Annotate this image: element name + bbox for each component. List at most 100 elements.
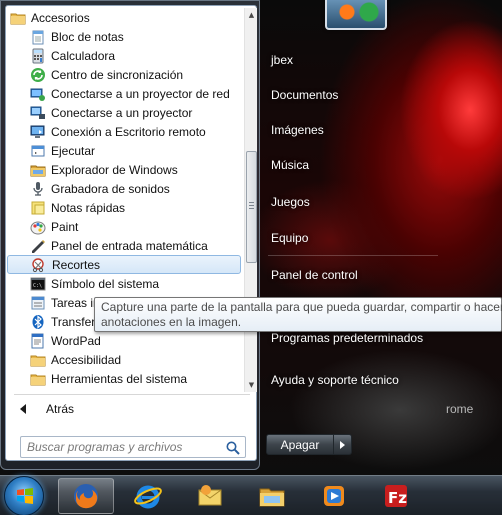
scroll-up-button[interactable]: ▲ — [245, 8, 258, 22]
program-item-entrada-matematica[interactable]: Panel de entrada matemática — [6, 236, 242, 255]
sticky-notes-icon — [30, 200, 46, 216]
wordpad-icon — [30, 333, 46, 349]
scroll-down-button[interactable]: ▼ — [245, 378, 258, 392]
notepad-icon — [30, 29, 46, 45]
program-label: Recortes — [52, 257, 101, 272]
taskbar: Fz — [0, 475, 502, 515]
program-label: Panel de entrada matemática — [51, 238, 208, 253]
program-item-grabadora[interactable]: Grabadora de sonidos — [6, 179, 242, 198]
calculator-icon — [30, 48, 46, 64]
documents-link[interactable]: Documentos — [271, 84, 338, 106]
music-link[interactable]: Música — [271, 154, 309, 176]
taskbar-filezilla-button[interactable]: Fz — [368, 478, 424, 514]
sync-center-icon — [30, 67, 46, 83]
program-item-centro-de-sincronizacion[interactable]: Centro de sincronización — [6, 65, 242, 84]
folder-icon — [30, 352, 46, 368]
program-label: Accesorios — [31, 10, 90, 25]
command-prompt-icon: C:\ — [30, 276, 46, 292]
program-label: Centro de sincronización — [51, 67, 184, 82]
user-picture[interactable] — [325, 0, 387, 30]
firefox-icon — [74, 484, 98, 509]
snipping-tool-icon — [31, 257, 47, 273]
tooltip-line-1: Capture una parte de la pantalla para qu… — [101, 300, 502, 314]
program-item-notas-rapidas[interactable]: Notas rápidas — [6, 198, 242, 217]
taskbar-explorer-button[interactable] — [244, 478, 300, 514]
microphone-icon — [30, 181, 46, 197]
program-label: Símbolo del sistema — [51, 276, 160, 291]
computer-link[interactable]: Equipo — [271, 227, 308, 249]
divider — [14, 394, 250, 395]
program-item-accesorios[interactable]: Accesorios — [6, 8, 242, 27]
folder-icon — [10, 10, 26, 26]
program-item-proyector[interactable]: Conectarse a un proyector — [6, 103, 242, 122]
internet-explorer-icon — [134, 485, 162, 509]
program-item-paint[interactable]: Paint — [6, 217, 242, 236]
pictures-link[interactable]: Imágenes — [271, 119, 324, 141]
program-item-herramientas[interactable]: Herramientas del sistema — [6, 369, 242, 388]
grip-icon — [249, 202, 254, 209]
program-label: Ejecutar — [51, 143, 96, 158]
taskbar-ie-button[interactable] — [120, 478, 176, 514]
program-item-bloc-de-notas[interactable]: Bloc de notas — [6, 27, 242, 46]
help-support-link[interactable]: Ayuda y soporte técnico — [271, 369, 399, 391]
control-panel-link[interactable]: Panel de control — [271, 264, 358, 286]
games-link[interactable]: Juegos — [271, 191, 310, 213]
back-label: Atrás — [46, 402, 75, 416]
media-player-icon — [324, 486, 344, 506]
shutdown-options-button[interactable] — [334, 434, 352, 455]
folder-icon — [30, 371, 46, 387]
program-item-escritorio-remoto[interactable]: Conexión a Escritorio remoto — [6, 122, 242, 141]
bluetooth-icon — [30, 314, 46, 330]
tooltip: Capture una parte de la pantalla para qu… — [94, 297, 502, 332]
scroll-thumb[interactable] — [246, 151, 257, 263]
start-button[interactable] — [4, 476, 44, 515]
projector-icon — [30, 105, 46, 121]
chevron-right-icon — [340, 440, 345, 449]
program-label: WordPad — [51, 333, 101, 348]
program-label: Calculadora — [51, 48, 116, 63]
program-label: Transfer — [51, 314, 96, 329]
divider — [268, 255, 438, 256]
svg-text:C:\: C:\ — [33, 283, 42, 289]
program-list-scrollbar[interactable]: ▲ ▼ — [244, 8, 257, 392]
svg-text:Fz: Fz — [388, 489, 407, 507]
outlook-icon — [198, 485, 222, 506]
program-label: Explorador de Windows — [51, 162, 178, 177]
network-projector-icon — [30, 86, 46, 102]
program-item-accesibilidad[interactable]: Accesibilidad — [6, 350, 242, 369]
shutdown-button[interactable]: Apagar — [266, 434, 334, 455]
math-input-icon — [30, 238, 46, 254]
program-label: Paint — [51, 219, 79, 234]
program-label: Tareas in — [51, 295, 100, 310]
program-label: Bloc de notas — [51, 29, 124, 44]
windows-start-icon — [17, 488, 33, 504]
taskbar-outlook-button[interactable] — [182, 478, 238, 514]
back-arrow-icon — [20, 404, 26, 414]
program-item-wordpad[interactable]: WordPad — [6, 331, 242, 350]
tooltip-line-2: anotaciones en la imagen. — [101, 315, 242, 329]
taskbar-firefox-button[interactable] — [58, 478, 114, 514]
remote-desktop-icon — [30, 124, 46, 140]
program-label: Grabadora de sonidos — [51, 181, 170, 196]
shutdown-group: Apagar — [266, 434, 352, 455]
program-label: Conexión a Escritorio remoto — [51, 124, 206, 139]
paint-icon — [30, 219, 46, 235]
program-item-proyector-de-red[interactable]: Conectarse a un proyector de red — [6, 84, 242, 103]
program-item-simbolo-del-sistema[interactable]: C:\ Símbolo del sistema — [6, 274, 242, 293]
run-icon — [30, 143, 46, 159]
program-item-ejecutar[interactable]: Ejecutar — [6, 141, 242, 160]
programs-panel: Accesorios Bloc de notas Calculadora Cen… — [5, 5, 257, 461]
program-item-calculadora[interactable]: Calculadora — [6, 46, 242, 65]
filezilla-icon: Fz — [385, 485, 407, 507]
search-box[interactable] — [20, 436, 246, 458]
search-icon[interactable] — [225, 440, 241, 456]
user-name[interactable]: jbex — [271, 49, 293, 71]
program-label: Conectarse a un proyector — [51, 105, 193, 120]
search-input[interactable] — [21, 438, 217, 456]
back-button[interactable]: Atrás — [14, 398, 234, 420]
program-label: Herramientas del sistema — [51, 371, 188, 386]
program-item-recortes[interactable]: Recortes — [7, 255, 241, 274]
program-item-explorador[interactable]: Explorador de Windows — [6, 160, 242, 179]
program-label: Conectarse a un proyector de red — [51, 86, 230, 101]
taskbar-media-player-button[interactable] — [306, 478, 362, 514]
